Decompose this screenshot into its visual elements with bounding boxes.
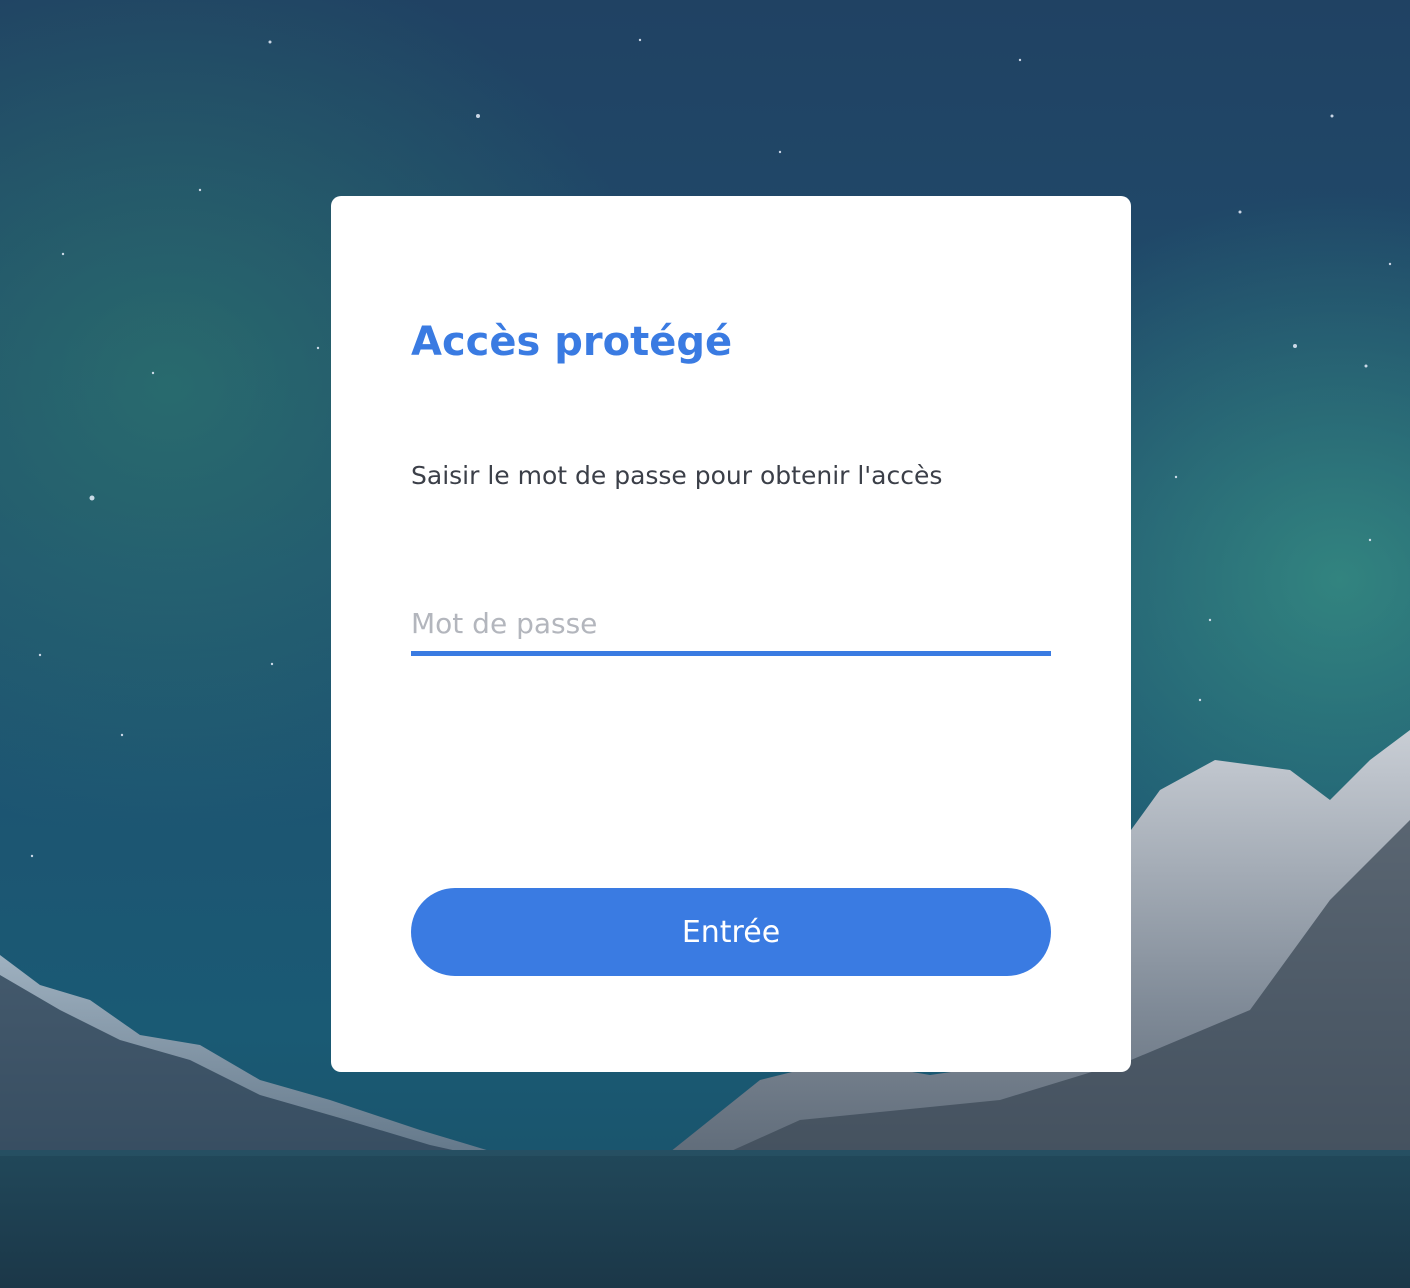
instruction-text: Saisir le mot de passe pour obtenir l'ac… <box>411 461 943 490</box>
page-title: Accès protégé <box>411 319 733 365</box>
password-input[interactable] <box>411 596 1051 656</box>
submit-button[interactable]: Entrée <box>411 888 1051 976</box>
login-card: Accès protégé Saisir le mot de passe pou… <box>331 196 1131 1072</box>
